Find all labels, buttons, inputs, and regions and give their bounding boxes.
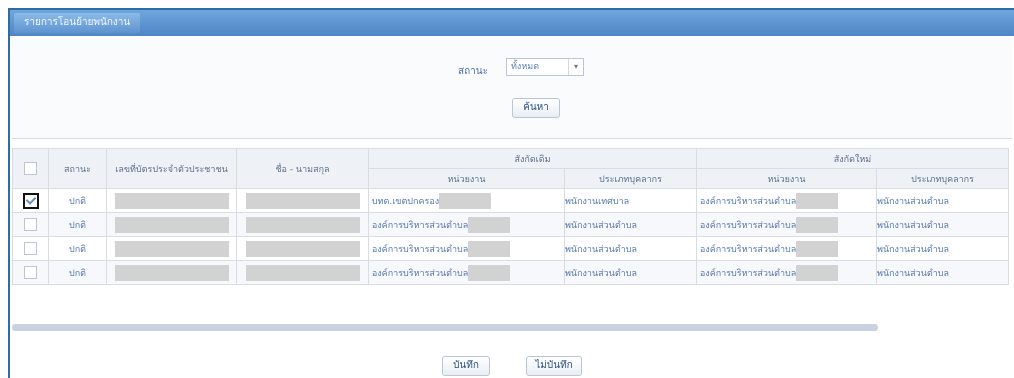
row-checkbox[interactable] (24, 242, 37, 255)
row-full-name-redacted (236, 236, 369, 261)
row-select-cell (12, 188, 49, 213)
horizontal-scrollbar[interactable] (12, 324, 878, 331)
row-full-name-redacted (236, 188, 369, 213)
row-employee-id-redacted (106, 236, 237, 261)
row-employee-id-redacted (106, 212, 237, 237)
header-old-office: หน่วยงาน (368, 168, 565, 189)
row-status: ปกติ (48, 212, 107, 237)
row-new-position-type: พนักงานส่วนตำบล (876, 236, 1010, 261)
status-filter-select[interactable]: ทั้งหมด ▾ (506, 58, 584, 76)
search-button[interactable]: ค้นหา (512, 98, 560, 118)
row-old-office: บทต.เขตปกครอง (368, 188, 565, 213)
row-employee-id-redacted (106, 260, 237, 285)
panel-title: รายการโอนย้ายพนักงาน (14, 13, 141, 33)
row-old-office: องค์การบริหารส่วนตำบล (368, 260, 565, 285)
row-new-position-type: พนักงานส่วนตำบล (876, 188, 1010, 213)
row-employee-id-redacted (106, 188, 237, 213)
row-old-office: องค์การบริหารส่วนตำบล (368, 212, 565, 237)
row-select-cell (12, 260, 49, 285)
row-old-office: องค์การบริหารส่วนตำบล (368, 236, 565, 261)
filter-panel (12, 38, 1012, 139)
row-new-office: องค์การบริหารส่วนตำบล (696, 188, 878, 213)
row-full-name-redacted (236, 260, 369, 285)
header-full-name: ชื่อ - นามสกุล (236, 148, 369, 189)
table-row[interactable]: ปกติ องค์การบริหารส่วนตำบล พนักงานส่วนตำ… (12, 260, 1010, 285)
transfer-table: สถานะ เลขที่บัตรประจำตัวประชาชน ชื่อ - น… (12, 148, 1010, 285)
row-status: ปกติ (48, 260, 107, 285)
header-status: สถานะ (48, 148, 107, 189)
row-old-position-type: พนักงานส่วนตำบล (563, 236, 698, 261)
table-row[interactable]: ปกติ บทต.เขตปกครอง พนักงานเทศบาล องค์การ… (12, 188, 1010, 213)
row-full-name-redacted (236, 212, 369, 237)
cancel-button[interactable]: ไม่บันทึก (526, 356, 582, 376)
header-new-group: สังกัดใหม่ (696, 148, 1010, 169)
row-select-cell (12, 236, 49, 261)
row-new-office: องค์การบริหารส่วนตำบล (696, 260, 878, 285)
header-old-group: สังกัดเดิม (367, 148, 698, 169)
header-employee-id: เลขที่บัตรประจำตัวประชาชน (106, 148, 237, 189)
row-new-position-type: พนักงานส่วนตำบล (876, 212, 1010, 237)
row-checkbox[interactable] (24, 266, 37, 279)
table-row[interactable]: ปกติ องค์การบริหารส่วนตำบล พนักงานส่วนตำ… (12, 236, 1010, 261)
table-row[interactable]: ปกติ องค์การบริหารส่วนตำบล พนักงานส่วนตำ… (12, 212, 1010, 237)
row-new-office: องค์การบริหารส่วนตำบล (696, 236, 878, 261)
row-old-position-type: พนักงานส่วนตำบล (563, 260, 698, 285)
header-old-position-type: ประเภทบุคลากร (563, 168, 698, 189)
header-new-position-type: ประเภทบุคลากร (876, 168, 1010, 189)
select-all-checkbox[interactable] (24, 162, 37, 175)
save-button[interactable]: บันทึก (442, 356, 490, 376)
chevron-down-icon[interactable]: ▾ (568, 59, 583, 75)
row-select-cell (12, 212, 49, 237)
status-filter-value: ทั้งหมด (511, 62, 540, 72)
row-old-position-type: พนักงานเทศบาล (563, 188, 698, 213)
row-status: ปกติ (48, 236, 107, 261)
row-status: ปกติ (48, 188, 107, 213)
header-new-office: หน่วยงาน (696, 168, 878, 189)
status-filter-label: สถานะ (458, 66, 488, 77)
row-checkbox[interactable] (24, 218, 37, 231)
row-checkbox[interactable] (22, 192, 39, 209)
row-new-position-type: พนักงานส่วนตำบล (876, 260, 1010, 285)
row-new-office: องค์การบริหารส่วนตำบล (696, 212, 878, 237)
row-old-position-type: พนักงานส่วนตำบล (563, 212, 698, 237)
select-all-cell (12, 148, 49, 189)
panel-header (10, 10, 1014, 36)
